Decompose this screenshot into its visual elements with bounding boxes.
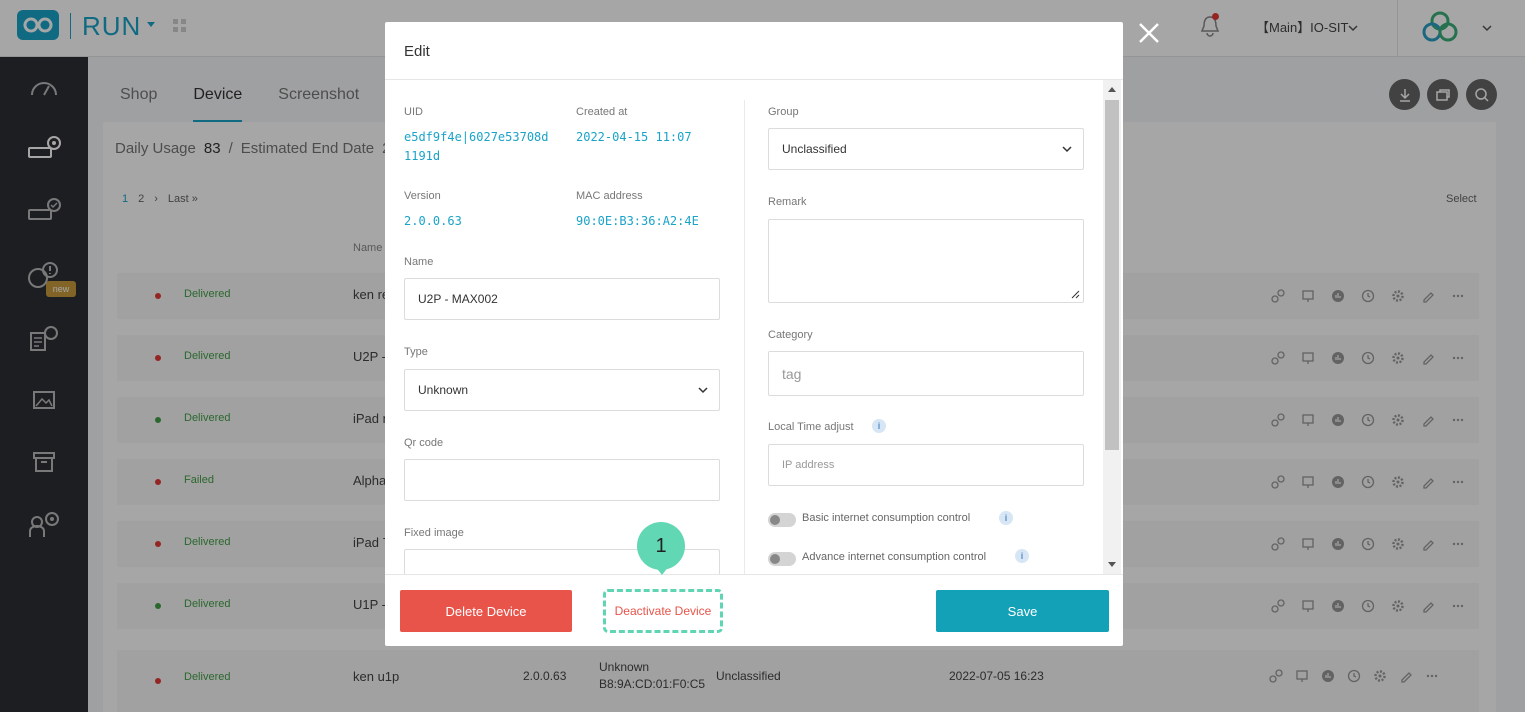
close-icon[interactable] (1137, 21, 1161, 45)
modal-header: Edit (385, 22, 1123, 80)
scroll-up-arrow-icon[interactable] (1108, 87, 1116, 92)
uid-value-line-1: e5df9f4e|6027e53708d (404, 130, 549, 144)
save-button[interactable]: Save (936, 590, 1109, 632)
basic-control-toggle[interactable] (768, 513, 796, 527)
scroll-down-arrow-icon[interactable] (1108, 562, 1116, 567)
remark-textarea[interactable] (768, 219, 1084, 303)
chevron-down-icon (698, 387, 708, 394)
basic-control-label: Basic internet consumption control (802, 512, 971, 524)
name-input[interactable]: U2P - MAX002 (404, 278, 720, 320)
deactivate-device-button[interactable]: Deactivate Device (603, 589, 723, 633)
local-time-label: Local Time adjust (768, 421, 854, 433)
category-input[interactable]: tag (768, 351, 1084, 396)
advance-control-toggle[interactable] (768, 552, 796, 566)
created-at-value: 2022-04-15 11:07 (576, 130, 692, 144)
uid-value-line-2: 1191d (404, 149, 441, 163)
uid-value: e5df9f4e|6027e53708d 1191d (404, 128, 549, 166)
type-label: Type (404, 346, 428, 358)
chevron-down-icon (1062, 146, 1072, 153)
step-callout: 1 (637, 522, 685, 570)
mac-address-label: MAC address (576, 190, 643, 202)
step-callout-tail (655, 566, 669, 575)
qr-code-input[interactable] (404, 459, 720, 501)
modal-scrollbar[interactable] (1103, 80, 1121, 574)
scroll-thumb[interactable] (1105, 100, 1119, 450)
type-select[interactable]: Unknown (404, 369, 720, 411)
group-label: Group (768, 106, 799, 118)
local-time-input[interactable]: IP address (768, 444, 1084, 486)
column-divider (744, 100, 745, 574)
delete-device-button[interactable]: Delete Device (400, 590, 572, 632)
group-select-value: Unclassified (782, 142, 847, 156)
created-at-label: Created at (576, 106, 628, 118)
group-select[interactable]: Unclassified (768, 128, 1084, 170)
info-icon[interactable]: i (872, 419, 886, 433)
mac-address-value: 90:0E:B3:36:A2:4E (576, 214, 699, 228)
modal-body: UID e5df9f4e|6027e53708d 1191d Created a… (385, 80, 1123, 574)
fixed-image-label: Fixed image (404, 527, 464, 539)
edit-device-modal: Edit UID e5df9f4e|6027e53708d 1191d Crea… (385, 22, 1123, 646)
type-select-value: Unknown (418, 383, 469, 397)
info-icon[interactable]: i (999, 511, 1013, 525)
version-value: 2.0.0.63 (404, 214, 462, 228)
remark-label: Remark (768, 196, 807, 208)
advance-control-label: Advance internet consumption control (802, 551, 987, 563)
name-label: Name (404, 256, 434, 268)
info-icon[interactable]: i (1015, 549, 1029, 563)
resize-handle-icon[interactable] (1070, 289, 1080, 299)
modal-title: Edit (404, 43, 430, 60)
qr-code-label: Qr code (404, 437, 444, 449)
modal-footer: Delete Device Deactivate Device Save (385, 574, 1123, 646)
version-label: Version (404, 190, 441, 202)
uid-label: UID (404, 106, 423, 118)
category-label: Category (768, 329, 813, 341)
